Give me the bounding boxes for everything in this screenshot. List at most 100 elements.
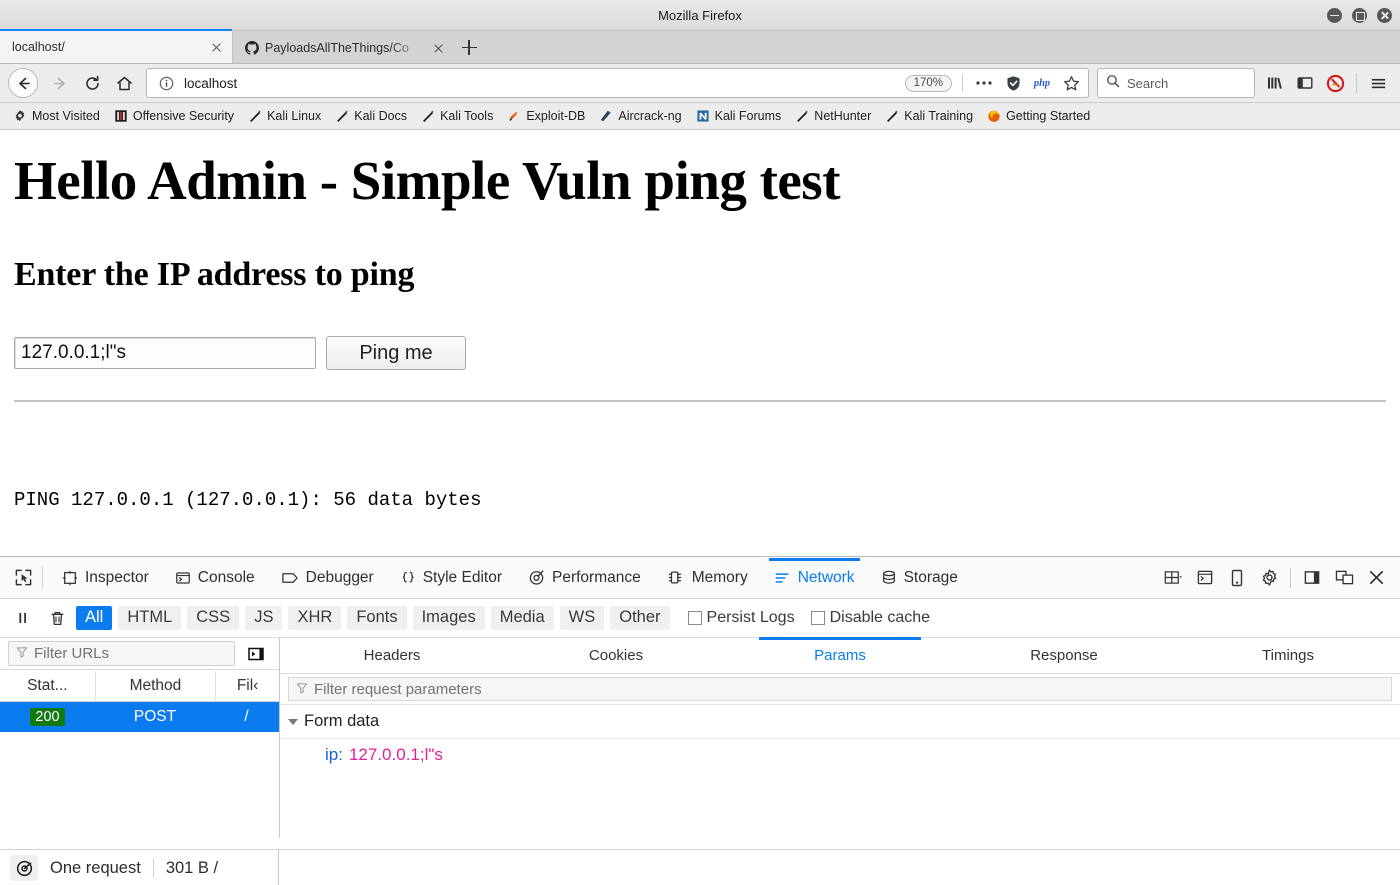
pause-icon[interactable] bbox=[8, 605, 38, 631]
ip-input[interactable] bbox=[14, 337, 316, 370]
sidebar-icon[interactable] bbox=[1291, 69, 1319, 97]
filter-type-js[interactable]: JS bbox=[245, 606, 283, 630]
home-button[interactable] bbox=[108, 67, 140, 99]
gear-icon bbox=[13, 109, 27, 123]
tab-params[interactable]: Params bbox=[728, 637, 952, 673]
dragon-icon bbox=[885, 109, 899, 123]
reload-button[interactable] bbox=[76, 67, 108, 99]
bookmark-label: Kali Forums bbox=[714, 109, 782, 123]
bookmark-kali-forums[interactable]: Kali Forums bbox=[689, 105, 789, 127]
close-icon[interactable] bbox=[208, 39, 224, 55]
zoom-level-indicator[interactable]: 170% bbox=[904, 74, 952, 92]
bookmark-most-visited[interactable]: Most Visited bbox=[6, 105, 107, 127]
device-icon[interactable] bbox=[1221, 563, 1253, 593]
bookmark-label: Offensive Security bbox=[132, 109, 235, 123]
filter-type-media[interactable]: Media bbox=[490, 606, 554, 630]
bookmark-getting-started[interactable]: Getting Started bbox=[980, 105, 1097, 127]
bookmark-star-icon[interactable] bbox=[1060, 72, 1082, 94]
bookmark-label: Kali Linux bbox=[267, 109, 322, 123]
tab-headers[interactable]: Headers bbox=[280, 638, 504, 673]
toggle-detail-pane-icon[interactable] bbox=[241, 641, 271, 667]
filter-type-css[interactable]: CSS bbox=[187, 606, 240, 630]
php-icon[interactable]: php bbox=[1031, 72, 1053, 94]
filter-type-images[interactable]: Images bbox=[412, 606, 485, 630]
close-icon[interactable] bbox=[430, 40, 446, 56]
browser-tab-payloads[interactable]: PayloadsAllTheThings/Co bbox=[232, 32, 454, 63]
bookmark-offensive-security[interactable]: Offensive Security bbox=[107, 105, 241, 127]
disable-cache-checkbox[interactable]: Disable cache bbox=[810, 609, 930, 627]
devtools-tab-storage[interactable]: Storage bbox=[868, 558, 971, 598]
tab-timings[interactable]: Timings bbox=[1176, 638, 1400, 673]
url-bar[interactable]: localhost 170% php bbox=[146, 68, 1089, 98]
library-icon[interactable] bbox=[1261, 69, 1289, 97]
back-button[interactable] bbox=[8, 68, 38, 98]
bookmark-kali-docs[interactable]: Kali Docs bbox=[328, 105, 414, 127]
bookmark-exploit-db[interactable]: Exploit-DB bbox=[500, 105, 592, 127]
filter-type-fonts[interactable]: Fonts bbox=[347, 606, 407, 630]
new-tab-button[interactable] bbox=[454, 32, 484, 63]
list-item[interactable]: ip: 127.0.0.1;l"s bbox=[280, 739, 1400, 771]
devtools-tab-network[interactable]: Network bbox=[761, 557, 868, 598]
filter-type-ws[interactable]: WS bbox=[559, 606, 605, 630]
table-row[interactable]: 200 POST / bbox=[0, 702, 279, 732]
devtools-tab-label: Console bbox=[197, 568, 255, 586]
bookmark-kali-training[interactable]: Kali Training bbox=[878, 105, 980, 127]
noscript-icon[interactable] bbox=[1321, 69, 1349, 97]
maximize-button[interactable] bbox=[1352, 7, 1367, 23]
ping-me-button[interactable]: Ping me bbox=[326, 336, 466, 371]
column-header-status[interactable]: Stat... bbox=[0, 670, 96, 701]
network-throttle-icon[interactable] bbox=[10, 855, 38, 881]
bookmark-label: NetHunter bbox=[814, 109, 872, 123]
close-window-button[interactable] bbox=[1377, 7, 1392, 23]
devtools-tabbar-actions bbox=[1157, 563, 1400, 593]
browser-tab-localhost[interactable]: localhost/ bbox=[0, 29, 232, 63]
url-filter-input[interactable]: Filter URLs bbox=[8, 641, 235, 666]
persist-logs-label: Persist Logs bbox=[706, 609, 795, 626]
minimize-button[interactable] bbox=[1327, 7, 1342, 23]
param-filter-input[interactable]: Filter request parameters bbox=[288, 677, 1392, 701]
bookmark-aircrack-ng[interactable]: Aircrack-ng bbox=[592, 105, 688, 127]
filter-type-other[interactable]: Other bbox=[610, 606, 670, 630]
element-picker-icon[interactable] bbox=[6, 563, 40, 593]
column-header-method[interactable]: Method bbox=[96, 670, 217, 701]
devtools-tab-console[interactable]: Console bbox=[162, 558, 268, 598]
filter-type-html[interactable]: HTML bbox=[118, 606, 182, 630]
devtools-tab-debugger[interactable]: Debugger bbox=[268, 558, 387, 598]
forward-button[interactable] bbox=[44, 67, 76, 99]
page-subheading: Enter the IP address to ping bbox=[14, 256, 415, 294]
devtools-tab-performance[interactable]: Performance bbox=[515, 558, 654, 598]
devtools-tab-inspector[interactable]: Inspector bbox=[49, 558, 162, 598]
privacy-shield-icon[interactable] bbox=[1002, 72, 1024, 94]
tab-response[interactable]: Response bbox=[952, 638, 1176, 673]
bookmark-nethunter[interactable]: NetHunter bbox=[788, 105, 878, 127]
dock-side-icon[interactable] bbox=[1296, 563, 1328, 593]
ping-form: Ping me bbox=[14, 336, 1386, 371]
responsive-layout-icon[interactable] bbox=[1157, 563, 1189, 593]
request-detail-pane: Headers Cookies Params Response Timings … bbox=[280, 637, 1400, 838]
status-bar-summary: One request 301 B / bbox=[50, 858, 218, 878]
tab-cookies[interactable]: Cookies bbox=[504, 638, 728, 673]
memory-icon bbox=[668, 571, 681, 584]
form-data-section-header[interactable]: Form data bbox=[280, 705, 1400, 739]
clear-trash-icon[interactable] bbox=[42, 605, 72, 631]
param-filter-row: Filter request parameters bbox=[280, 674, 1400, 705]
dock-window-icon[interactable] bbox=[1328, 563, 1360, 593]
bookmark-kali-tools[interactable]: Kali Tools bbox=[414, 105, 500, 127]
devtools-tab-memory[interactable]: Memory bbox=[654, 558, 761, 598]
filter-type-all[interactable]: All bbox=[76, 606, 113, 630]
aircrack-icon bbox=[599, 109, 613, 123]
ping-output: PING 127.0.0.1 (127.0.0.1): 56 data byte… bbox=[14, 428, 1386, 548]
persist-logs-checkbox[interactable]: Persist Logs bbox=[687, 609, 795, 627]
devtools-tab-style-editor[interactable]: Style Editor bbox=[387, 558, 515, 598]
split-console-icon[interactable] bbox=[1189, 563, 1221, 593]
search-bar[interactable]: Search bbox=[1097, 68, 1255, 98]
filter-type-xhr[interactable]: XHR bbox=[288, 606, 342, 630]
request-table-header: Stat... Method Fil‹ bbox=[0, 670, 279, 702]
settings-gear-icon[interactable] bbox=[1253, 563, 1285, 593]
page-info-icon[interactable] bbox=[155, 72, 177, 94]
column-header-file[interactable]: Fil‹ bbox=[216, 671, 279, 701]
page-actions-icon[interactable] bbox=[973, 72, 995, 94]
close-icon[interactable] bbox=[1360, 563, 1392, 593]
bookmark-kali-linux[interactable]: Kali Linux bbox=[241, 105, 328, 127]
menu-icon[interactable] bbox=[1364, 69, 1392, 97]
